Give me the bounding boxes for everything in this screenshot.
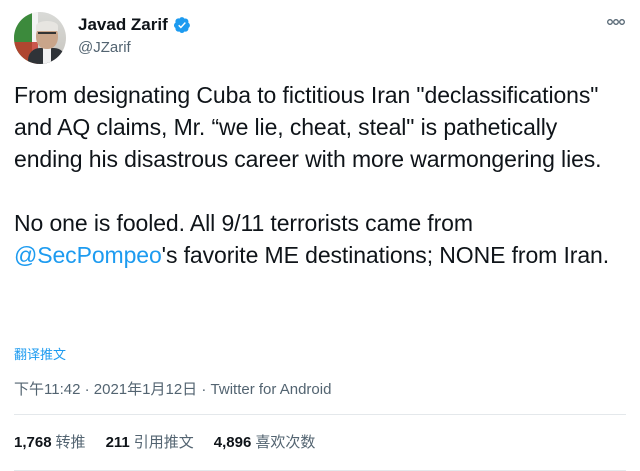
- meta-separator-2: ·: [197, 381, 211, 398]
- tweet-metadata: 下午11:42 · 2021年1月12日 · Twitter for Andro…: [14, 378, 331, 399]
- tweet-time[interactable]: 下午11:42: [14, 381, 80, 398]
- quotes-label: 引用推文: [133, 434, 194, 451]
- mention-link[interactable]: @SecPompeo: [14, 242, 162, 268]
- likes-count: 4,896: [213, 434, 252, 451]
- display-name[interactable]: Javad Zarif: [78, 15, 168, 35]
- user-handle[interactable]: @JZarif: [78, 39, 131, 56]
- avatar[interactable]: [14, 12, 66, 64]
- tweet-header: Javad Zarif @JZarif: [14, 12, 626, 66]
- translate-tweet-link[interactable]: 翻译推文: [14, 344, 66, 363]
- tweet-client[interactable]: Twitter for Android: [211, 381, 332, 398]
- divider: [14, 414, 626, 415]
- verified-badge-icon: [173, 17, 190, 34]
- retweets-count: 1,768: [14, 434, 52, 451]
- retweets-label: 转推: [55, 434, 86, 451]
- tweet-text-before-mention: No one is fooled. All 9/11 terrorists ca…: [14, 210, 473, 236]
- likes-label: 喜欢次数: [255, 434, 316, 451]
- likes-stat[interactable]: 4,896 喜欢次数: [214, 431, 316, 452]
- tweet-text-after-mention: 's favorite ME destinations; NONE from I…: [161, 242, 610, 268]
- more-options-icon[interactable]: [606, 16, 626, 28]
- tweet-text: From designating Cuba to fictitious Iran…: [14, 79, 614, 271]
- retweets-stat[interactable]: 1,768 转推: [14, 431, 86, 452]
- meta-separator: ·: [80, 381, 94, 398]
- name-row: Javad Zarif: [78, 15, 191, 35]
- tweet-stats: 1,768 转推 211 引用推文 4,896 喜欢次数: [14, 431, 335, 452]
- tweet-paragraph-2: No one is fooled. All 9/11 terrorists ca…: [14, 207, 614, 271]
- tweet-paragraph-1: From designating Cuba to fictitious Iran…: [14, 82, 602, 172]
- quotes-stat[interactable]: 211 引用推文: [106, 431, 194, 452]
- quotes-count: 211: [105, 434, 130, 451]
- tweet-date[interactable]: 2021年1月12日: [94, 381, 197, 398]
